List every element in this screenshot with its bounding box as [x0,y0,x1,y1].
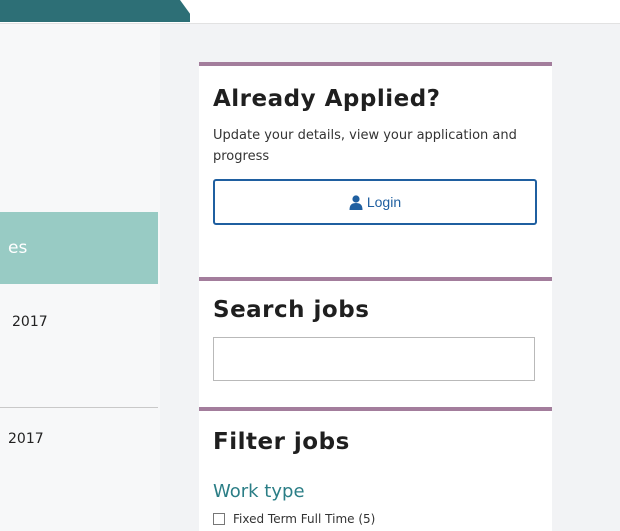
already-applied-title: Already Applied? [213,86,441,112]
login-button[interactable]: Login [213,179,537,225]
left-banner[interactable]: es [0,212,158,284]
left-date-2: 2017 [8,431,44,447]
user-icon [349,194,363,210]
login-label: Login [366,194,402,210]
already-applied-description: Update your details, view your applicati… [213,128,517,164]
right-sidebar: Already Applied? Update your details, vi… [199,62,552,531]
already-applied-panel: Already Applied? Update your details, vi… [199,62,552,277]
filter-jobs-title: Filter jobs [213,429,350,455]
top-nav-tab[interactable] [0,0,190,22]
search-jobs-input[interactable] [213,337,535,381]
left-date-1: 2017 [12,314,48,330]
search-jobs-title: Search jobs [213,297,370,323]
filter-option-label: Fixed Term Full Time (5) [233,512,376,526]
work-type-heading[interactable]: Work type [213,481,538,502]
filter-checkbox[interactable] [213,513,225,525]
filter-jobs-panel: Filter jobs Work type Fixed Term Full Ti… [199,407,552,531]
filter-option[interactable]: Fixed Term Full Time (5) [213,512,538,526]
left-banner-label: es [8,238,28,258]
search-jobs-panel: Search jobs [199,277,552,407]
left-divider [0,407,158,408]
